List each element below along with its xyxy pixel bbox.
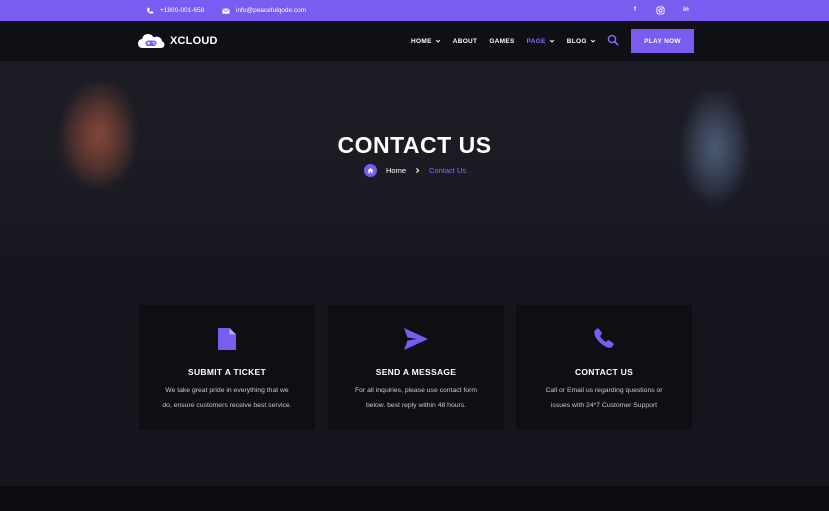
nav-label: BLOG xyxy=(566,37,587,45)
facebook-link[interactable]: f xyxy=(630,6,640,15)
nav-label: GAMES xyxy=(489,37,515,45)
chevron-down-icon xyxy=(435,39,440,43)
email-contact[interactable]: info@peacefulqode.com xyxy=(222,7,306,15)
nav-label: ABOUT xyxy=(452,37,478,45)
chevron-down-icon xyxy=(549,39,554,43)
document-icon xyxy=(218,328,236,350)
chevron-right-icon xyxy=(416,168,420,173)
nav-label: PAGE xyxy=(526,37,546,45)
footer-strip xyxy=(0,486,829,511)
nav-item-page[interactable]: PAGE xyxy=(527,38,555,45)
card-title: SUBMIT A TICKET xyxy=(187,367,266,377)
contact-card-call: CONTACT US Call or Email us regarding qu… xyxy=(516,305,692,430)
hero-banner: CONTACT US Home Contact Us xyxy=(0,61,829,254)
card-title: CONTACT US xyxy=(574,367,634,377)
phone-icon xyxy=(594,328,614,348)
nav-item-games[interactable]: GAMES xyxy=(489,38,514,45)
nav-item-about[interactable]: ABOUT xyxy=(453,38,478,45)
mail-icon xyxy=(222,8,230,14)
chevron-down-icon xyxy=(590,39,595,43)
breadcrumb-current: Contact Us xyxy=(429,166,467,175)
nav-item-blog[interactable]: BLOG xyxy=(567,38,596,45)
play-now-button[interactable]: PLAY NOW xyxy=(631,29,694,53)
cloud-gamepad-icon xyxy=(138,34,165,48)
card-text-line: We take great pride in everything that w… xyxy=(165,387,289,394)
card-description: We take great pride in everything that w… xyxy=(151,383,303,413)
card-description: For all inquiries, please use contact fo… xyxy=(340,383,492,413)
main-header: XCLOUD HOME ABOUT GAMES PAGE BLOG PLAY N… xyxy=(0,21,829,61)
home-icon xyxy=(367,168,374,174)
top-bar: +1800-001-658 info@peacefulqode.com f in xyxy=(0,0,829,21)
main-nav: HOME ABOUT GAMES PAGE BLOG xyxy=(411,21,596,61)
logo-text: XCLOUD xyxy=(170,35,218,47)
card-text-line: below. best reply within 48 hours. xyxy=(365,402,467,409)
nav-label: HOME xyxy=(411,37,432,45)
send-icon xyxy=(404,328,428,350)
contact-card-ticket: SUBMIT A TICKET We take great pride in e… xyxy=(139,305,315,430)
phone-number: +1800-001-658 xyxy=(160,7,205,14)
email-address: info@peacefulqode.com xyxy=(236,7,307,14)
breadcrumb-home-link[interactable]: Home xyxy=(386,166,406,175)
social-links: f in xyxy=(630,6,691,15)
card-text-line: do, ensure customers receive best servic… xyxy=(162,402,292,409)
page-title: CONTACT US xyxy=(337,132,492,158)
nav-item-home[interactable]: HOME xyxy=(411,38,441,45)
logo[interactable]: XCLOUD xyxy=(137,31,218,51)
card-description: Call or Email us regarding questions or … xyxy=(528,383,680,413)
phone-contact[interactable]: +1800-001-658 xyxy=(146,7,204,15)
linkedin-link[interactable]: in xyxy=(681,6,691,15)
breadcrumb: Home Contact Us xyxy=(364,164,466,177)
instagram-icon[interactable] xyxy=(656,6,665,15)
search-icon[interactable] xyxy=(607,34,619,46)
card-text-line: Call or Email us regarding questions or xyxy=(545,387,663,394)
card-text-line: For all inquiries, please use contact fo… xyxy=(354,387,478,394)
phone-icon xyxy=(147,7,154,14)
card-text-line: issues with 24*7 Customer Support xyxy=(550,402,658,409)
contact-card-message: SEND A MESSAGE For all inquiries, please… xyxy=(328,305,504,430)
card-title: SEND A MESSAGE xyxy=(375,367,457,377)
breadcrumb-home-button[interactable] xyxy=(364,164,377,177)
